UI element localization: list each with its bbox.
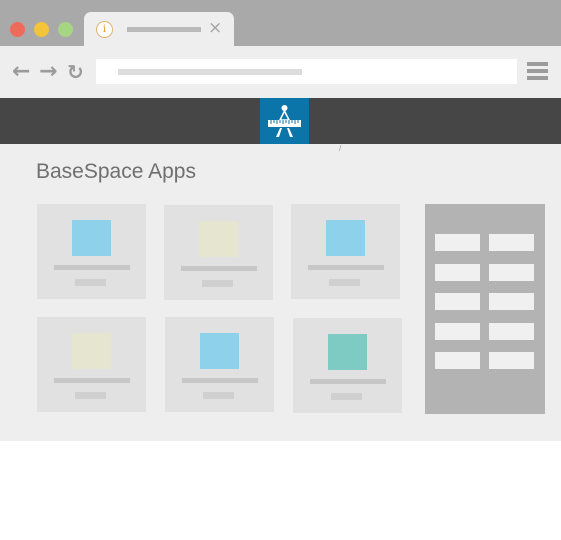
browser-tab[interactable]: i × [84, 12, 234, 46]
page-title: BaseSpace Apps [36, 160, 196, 183]
app-card[interactable] [37, 204, 146, 299]
panel-cell[interactable] [489, 234, 534, 251]
app-card[interactable] [164, 205, 273, 300]
panel-cell[interactable] [489, 293, 534, 310]
tab-title-placeholder [127, 27, 201, 32]
panel-cell[interactable] [435, 293, 480, 310]
panel-cell[interactable] [489, 264, 534, 281]
basespace-logo-icon[interactable] [260, 98, 309, 144]
basespace-logo-graphic [268, 105, 301, 137]
app-meta-placeholder [202, 280, 233, 287]
panel-cell[interactable] [435, 234, 480, 251]
close-icon[interactable]: × [208, 18, 222, 38]
app-card[interactable] [293, 318, 402, 413]
app-card[interactable] [165, 317, 274, 412]
app-thumbnail [328, 334, 367, 370]
app-thumbnail [326, 220, 365, 256]
url-placeholder [118, 69, 302, 75]
app-name-placeholder [181, 266, 257, 271]
browser-window: i × ← → ↻ / BaseSpace Apps [0, 0, 561, 441]
app-card[interactable] [291, 204, 400, 299]
reload-icon[interactable]: ↻ [67, 60, 84, 84]
maximize-window-button[interactable] [58, 22, 73, 37]
app-name-placeholder [54, 378, 130, 383]
panel-cell[interactable] [435, 264, 480, 281]
app-name-placeholder [54, 265, 130, 270]
panel-cell[interactable] [435, 323, 480, 340]
stray-mark: / [339, 144, 342, 153]
close-window-button[interactable] [10, 22, 25, 37]
hamburger-menu-icon[interactable] [527, 62, 548, 84]
app-meta-placeholder [75, 392, 106, 399]
app-thumbnail [200, 333, 239, 369]
app-header [0, 98, 561, 144]
app-name-placeholder [182, 378, 258, 383]
info-icon: i [96, 21, 113, 38]
title-bar: i × [0, 0, 561, 46]
panel-cell[interactable] [489, 352, 534, 369]
app-thumbnail [199, 221, 238, 257]
app-meta-placeholder [75, 279, 106, 286]
panel-cell[interactable] [435, 352, 480, 369]
forward-arrow-icon[interactable]: → [39, 60, 57, 84]
app-name-placeholder [308, 265, 384, 270]
app-meta-placeholder [203, 392, 234, 399]
minimize-window-button[interactable] [34, 22, 49, 37]
side-panel [425, 204, 545, 414]
app-card[interactable] [37, 317, 146, 412]
browser-toolbar: ← → ↻ [0, 46, 561, 98]
panel-cell[interactable] [489, 323, 534, 340]
app-name-placeholder [310, 379, 386, 384]
app-meta-placeholder [331, 393, 362, 400]
app-thumbnail [72, 333, 111, 369]
app-thumbnail [72, 220, 111, 256]
back-arrow-icon[interactable]: ← [12, 60, 30, 84]
address-bar[interactable] [96, 59, 517, 84]
app-meta-placeholder [329, 279, 360, 286]
